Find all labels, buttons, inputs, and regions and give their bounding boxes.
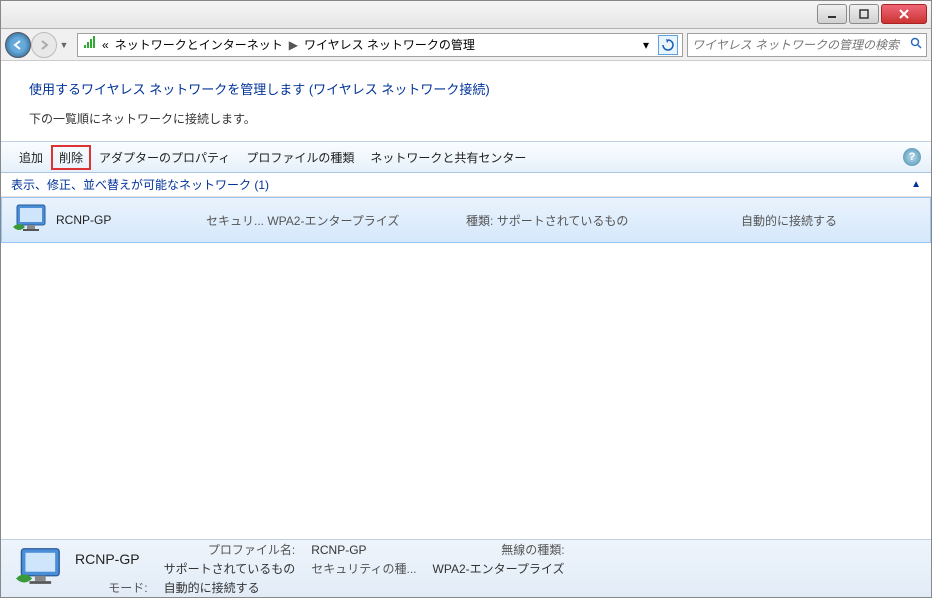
network-security: セキュリ... WPA2-エンタープライズ xyxy=(206,212,466,229)
adapter-properties-button[interactable]: アダプターのプロパティ xyxy=(91,145,238,170)
network-connect-mode: 自動的に接続する xyxy=(741,212,837,229)
details-name: RCNP-GP xyxy=(75,551,148,567)
details-security-value: WPA2-エンタープライズ xyxy=(433,560,565,577)
page-header: 使用するワイヤレス ネットワークを管理します (ワイヤレス ネットワーク接続) … xyxy=(1,61,931,141)
help-button[interactable]: ? xyxy=(903,148,921,166)
search-box[interactable] xyxy=(687,33,927,57)
sharing-center-button[interactable]: ネットワークと共有センター xyxy=(362,145,534,170)
maximize-icon xyxy=(859,9,869,19)
details-grid: RCNP-GP プロファイル名: RCNP-GP 無線の種類: サポートされてい… xyxy=(75,541,565,596)
details-profile-label: プロファイル名: xyxy=(164,541,296,558)
refresh-icon xyxy=(662,39,674,51)
details-mode-value: 自動的に接続する xyxy=(164,579,296,596)
breadcrumb-item[interactable]: ネットワークとインターネット xyxy=(115,36,283,53)
forward-arrow-icon xyxy=(38,39,50,51)
refresh-button[interactable] xyxy=(658,35,678,55)
close-icon xyxy=(899,9,909,19)
network-icon xyxy=(10,201,56,239)
search-icon xyxy=(910,37,922,52)
address-bar[interactable]: « ネットワークとインターネット ▶ ワイヤレス ネットワークの管理 ▾ xyxy=(77,33,683,57)
details-mode-label: モード: xyxy=(75,579,148,596)
details-security-label: セキュリティの種... xyxy=(311,560,416,577)
maximize-button[interactable] xyxy=(849,4,879,24)
chevron-right-icon: ▶ xyxy=(289,38,298,52)
search-input[interactable] xyxy=(692,38,910,52)
profile-types-button[interactable]: プロファイルの種類 xyxy=(238,145,362,170)
back-arrow-icon xyxy=(12,39,24,51)
nav-row: ▼ « ネットワークとインターネット ▶ ワイヤレス ネットワークの管理 ▾ xyxy=(1,29,931,61)
nav-history-dropdown[interactable]: ▼ xyxy=(57,32,71,58)
network-list: RCNP-GP セキュリ... WPA2-エンタープライズ 種類: サポートされ… xyxy=(1,197,931,539)
details-wireless-type-value: サポートされているもの xyxy=(164,560,296,577)
help-icon: ? xyxy=(909,151,916,163)
command-toolbar: 追加 削除 アダプターのプロパティ プロファイルの種類 ネットワークと共有センタ… xyxy=(1,141,931,173)
minimize-button[interactable] xyxy=(817,4,847,24)
network-name: RCNP-GP xyxy=(56,213,206,227)
network-row[interactable]: RCNP-GP セキュリ... WPA2-エンタープライズ 種類: サポートされ… xyxy=(1,197,931,243)
forward-button[interactable] xyxy=(31,32,57,58)
titlebar xyxy=(1,1,931,29)
wifi-icon xyxy=(82,36,98,53)
group-header[interactable]: 表示、修正、並べ替えが可能なネットワーク (1) ▲ xyxy=(1,173,931,197)
address-dropdown[interactable]: ▾ xyxy=(636,35,656,55)
network-type: 種類: サポートされているもの xyxy=(466,212,741,229)
details-profile-value: RCNP-GP xyxy=(311,543,416,557)
close-button[interactable] xyxy=(881,4,927,24)
page-title: 使用するワイヤレス ネットワークを管理します (ワイヤレス ネットワーク接続) xyxy=(29,79,903,98)
window: ▼ « ネットワークとインターネット ▶ ワイヤレス ネットワークの管理 ▾ xyxy=(0,0,932,598)
add-button[interactable]: 追加 xyxy=(11,145,51,170)
breadcrumb: « ネットワークとインターネット ▶ ワイヤレス ネットワークの管理 xyxy=(102,36,475,53)
back-button[interactable] xyxy=(5,32,31,58)
details-icon xyxy=(11,546,75,592)
minimize-icon xyxy=(827,9,837,19)
breadcrumb-sep: « xyxy=(102,38,109,52)
nav-buttons: ▼ xyxy=(5,32,71,58)
remove-button[interactable]: 削除 xyxy=(51,145,91,170)
collapse-icon[interactable]: ▲ xyxy=(911,179,921,190)
details-pane: RCNP-GP プロファイル名: RCNP-GP 無線の種類: サポートされてい… xyxy=(1,539,931,597)
group-label: 表示、修正、並べ替えが可能なネットワーク (1) xyxy=(11,176,269,193)
page-subtitle: 下の一覧順にネットワークに接続します。 xyxy=(29,110,903,127)
details-wireless-type-label: 無線の種類: xyxy=(433,541,565,558)
breadcrumb-item[interactable]: ワイヤレス ネットワークの管理 xyxy=(304,36,475,53)
